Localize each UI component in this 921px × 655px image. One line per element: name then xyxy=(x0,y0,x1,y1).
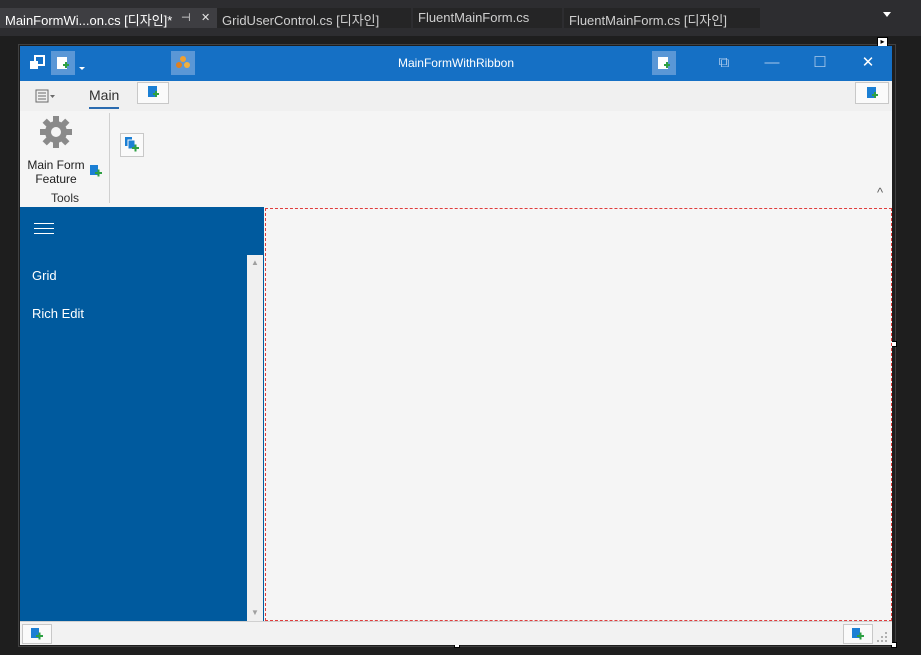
tab-label: FluentMainForm.cs xyxy=(418,10,530,25)
title-add-item-icon[interactable] xyxy=(652,51,676,75)
ribbon-group-separator xyxy=(109,113,110,203)
form-title-bar: MainFormWithRibbon ⧉ — ☐ ✕ xyxy=(20,46,892,81)
tab-label: GridUserControl.cs [디자인] xyxy=(222,13,380,28)
minimize-button[interactable]: — xyxy=(761,53,783,73)
add-ribbon-group-button[interactable] xyxy=(120,133,144,157)
add-group-item-icon[interactable] xyxy=(89,164,103,178)
hamburger-menu-icon[interactable] xyxy=(34,223,54,237)
restore-ribbon-icon[interactable]: ⧉ xyxy=(713,53,735,73)
application-menu-icon[interactable] xyxy=(35,88,57,104)
size-grip-icon[interactable] xyxy=(876,630,888,642)
main-form: MainFormWithRibbon ⧉ — ☐ ✕ Main Main For… xyxy=(20,46,892,645)
ribbon-page-content: Main Form Feature Tools ^ xyxy=(20,111,892,206)
pin-icon[interactable]: ⊣ xyxy=(181,11,191,24)
ribbon-group-tools-label: Tools xyxy=(50,191,79,205)
scroll-up-icon[interactable]: ▲ xyxy=(247,255,263,271)
tab-label: FluentMainForm.cs [디자인] xyxy=(569,13,727,28)
add-ribbon-page-button[interactable] xyxy=(137,82,169,104)
add-page-header-item-button[interactable] xyxy=(855,82,889,104)
nav-item-grid[interactable]: Grid xyxy=(32,268,57,283)
close-button[interactable]: ✕ xyxy=(857,53,879,73)
close-icon[interactable]: ✕ xyxy=(201,11,210,24)
accordion-scrollbar[interactable]: ▲ ▼ xyxy=(247,255,263,621)
ribbon-status-bar xyxy=(20,621,892,645)
tab-mainformwithribbon-design[interactable]: MainFormWi...on.cs [디자인]* ⊣ ✕ xyxy=(0,8,217,28)
main-form-feature-button[interactable]: Main Form Feature xyxy=(25,114,87,186)
nav-item-rich-edit[interactable]: Rich Edit xyxy=(32,306,84,321)
tab-fluentmainform[interactable]: FluentMainForm.cs xyxy=(413,8,562,28)
tab-fluentmainform-design[interactable]: FluentMainForm.cs [디자인] xyxy=(564,8,760,28)
maximize-button[interactable]: ☐ xyxy=(809,53,831,73)
ribbon-tab-main[interactable]: Main xyxy=(89,87,119,109)
add-status-item-left-button[interactable] xyxy=(22,624,52,644)
dropdown-icon[interactable] xyxy=(883,12,891,17)
accordion-navigation: Grid Rich Edit ▲ ▼ xyxy=(20,207,264,621)
scroll-down-icon[interactable]: ▼ xyxy=(247,605,263,621)
collapse-ribbon-icon[interactable]: ^ xyxy=(877,185,883,200)
tab-label: MainFormWi...on.cs [디자인]* xyxy=(5,13,173,28)
ribbon: Main Main Form Feature Tools ^ xyxy=(20,81,892,206)
main-form-feature-label: Main Form Feature xyxy=(27,158,85,186)
fluent-content-container[interactable] xyxy=(265,208,892,621)
tab-gridusercontrol-design[interactable]: GridUserControl.cs [디자인] xyxy=(217,8,411,28)
gear-icon xyxy=(40,116,72,148)
ribbon-tab-selected-indicator xyxy=(89,107,119,109)
add-status-item-right-button[interactable] xyxy=(843,624,873,644)
document-tab-strip: MainFormWi...on.cs [디자인]* ⊣ ✕ GridUserCo… xyxy=(0,0,921,36)
